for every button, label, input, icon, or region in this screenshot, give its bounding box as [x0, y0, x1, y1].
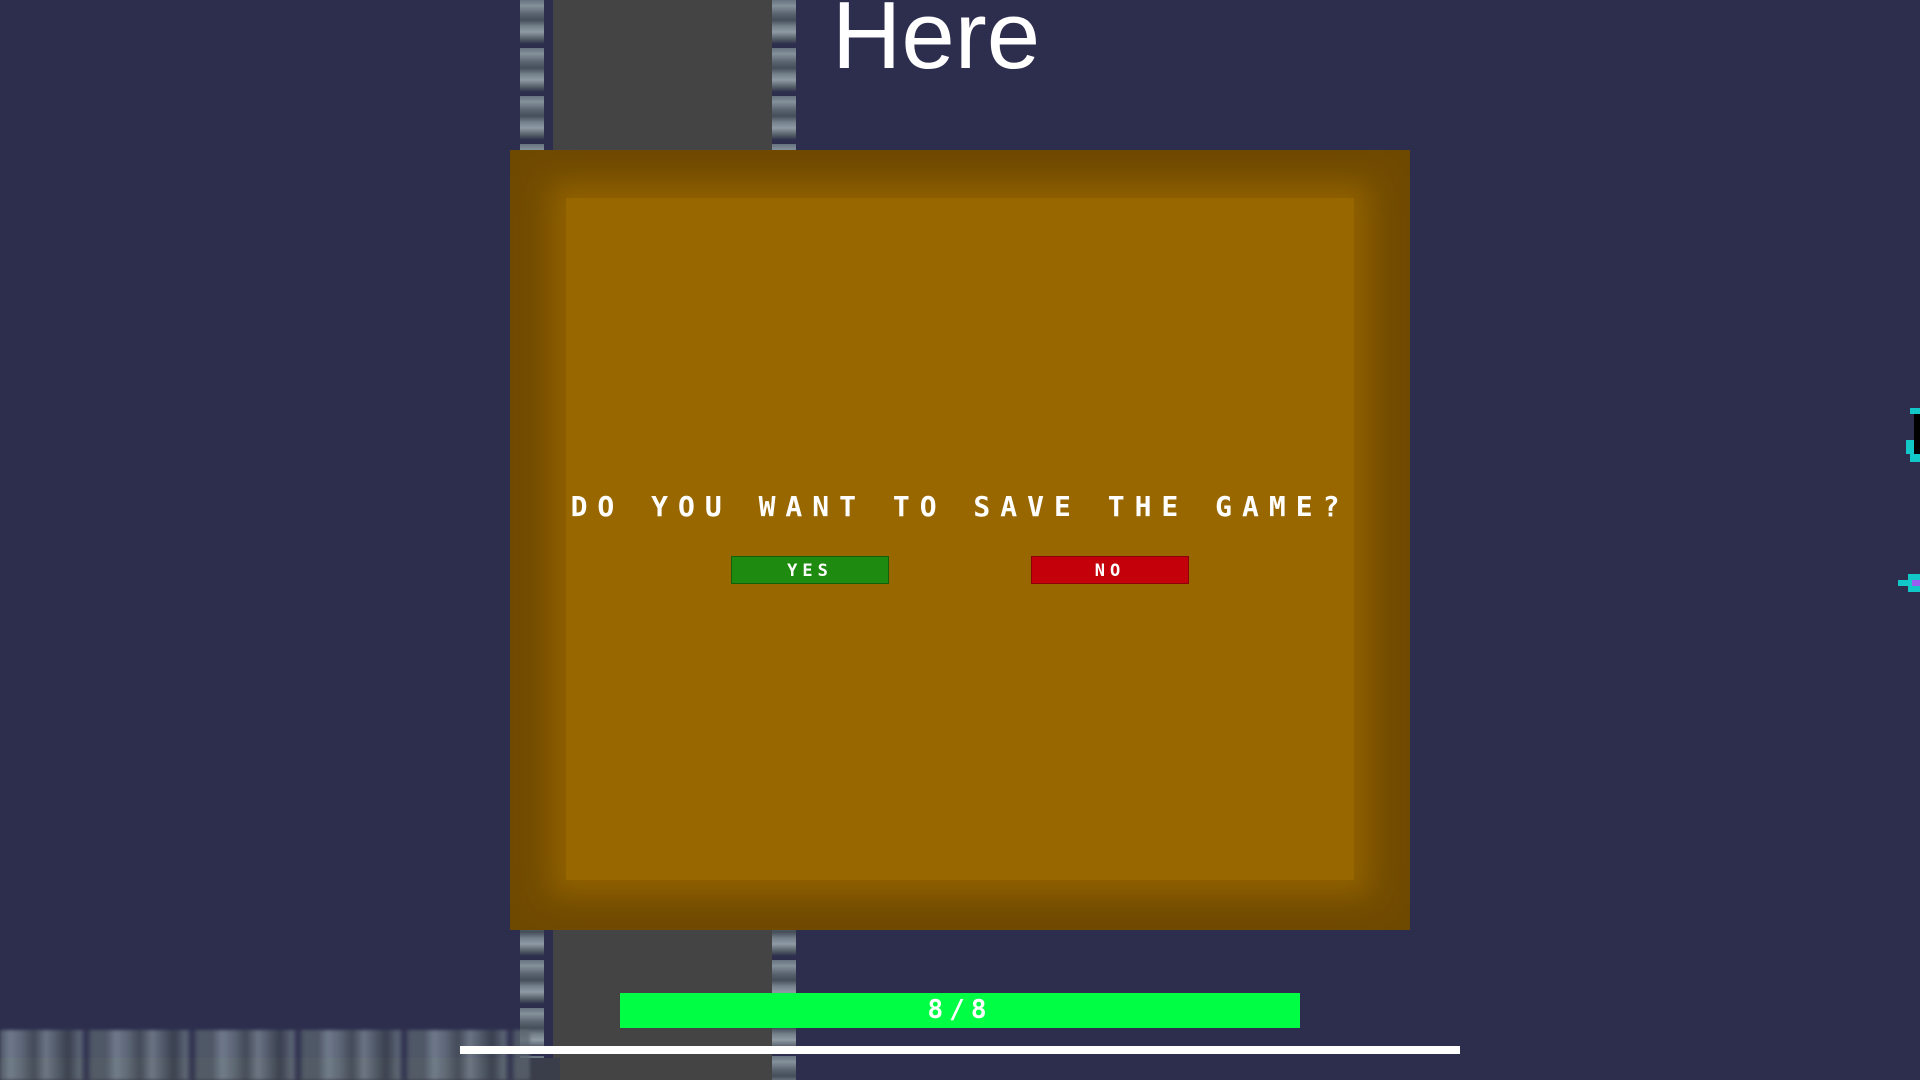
save-game-dialog: DO YOU WANT TO SAVE THE GAME? YES NO [510, 150, 1410, 930]
dialog-panel [566, 198, 1354, 880]
progress-fill [460, 1046, 1460, 1054]
stone-floor [0, 1030, 530, 1080]
game-scene: Here DO YOU WANT TO SAVE THE GAME? YES N… [0, 0, 1920, 1080]
character-sprite [1898, 408, 1920, 592]
health-bar: 8/8 [620, 993, 1300, 1028]
progress-track [460, 1046, 1460, 1054]
save-prompt: DO YOU WANT TO SAVE THE GAME? [570, 490, 1350, 523]
level-title: Here [832, 0, 1041, 89]
no-button[interactable]: NO [1031, 556, 1189, 584]
yes-button[interactable]: YES [731, 556, 889, 584]
